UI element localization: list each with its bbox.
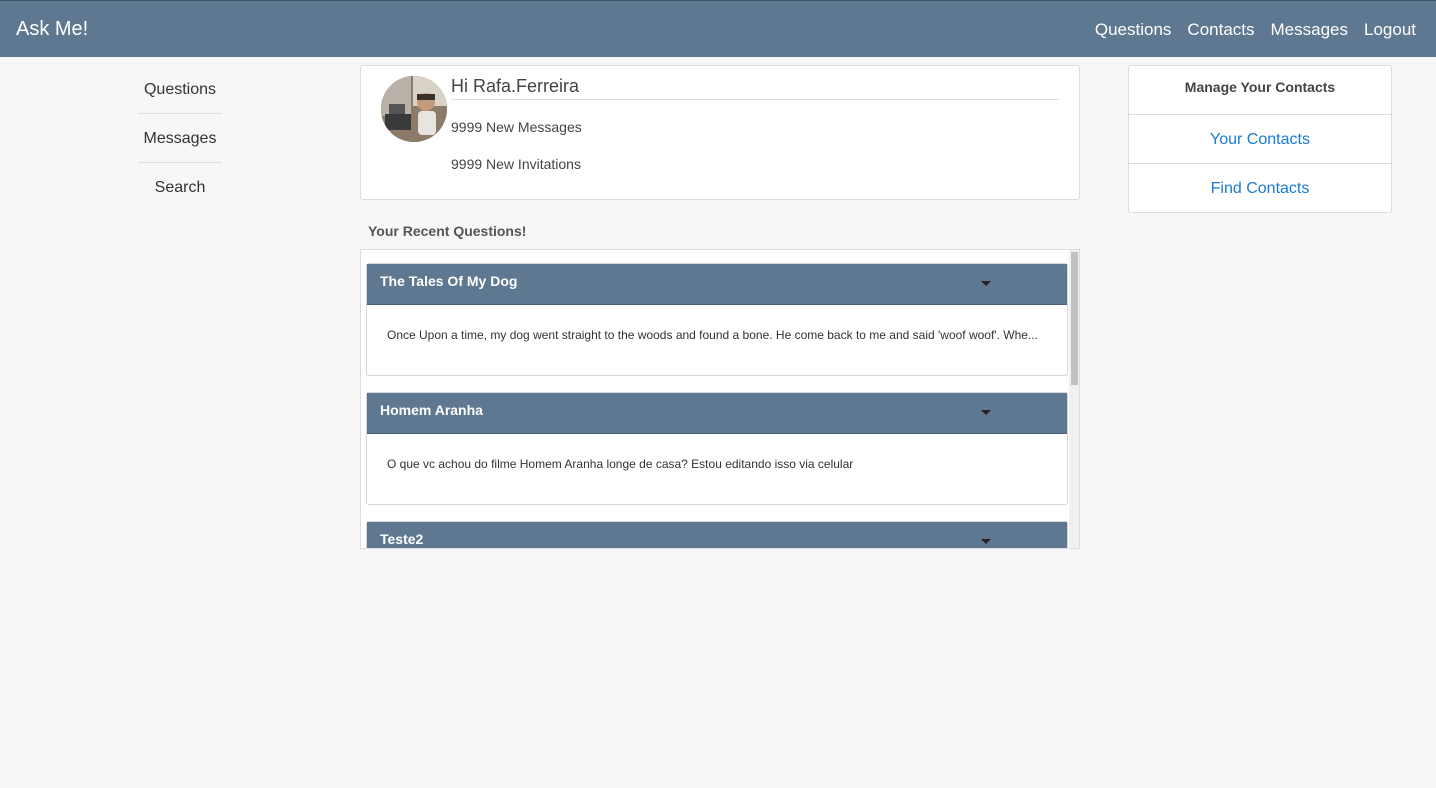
question-header[interactable]: Teste2 <box>367 522 1067 548</box>
recent-questions-list: The Tales Of My Dog Once Upon a time, my… <box>360 249 1080 549</box>
scrollbar-thumb[interactable] <box>1071 252 1078 385</box>
side-nav-search[interactable]: Search <box>138 163 222 212</box>
contacts-panel: Manage Your Contacts Your Contacts Find … <box>1128 65 1392 213</box>
question-body: Once Upon a time, my dog went straight t… <box>367 305 1067 375</box>
new-invitations-count[interactable]: 9999 New Invitations <box>451 156 581 172</box>
contacts-panel-heading: Manage Your Contacts <box>1129 66 1391 115</box>
caret-down-icon[interactable] <box>981 281 991 286</box>
your-contacts-link[interactable]: Your Contacts <box>1129 115 1391 164</box>
top-nav-links: Questions Contacts Messages Logout <box>1095 20 1416 40</box>
question-card: The Tales Of My Dog Once Upon a time, my… <box>366 263 1068 376</box>
question-body: O que vc achou do filme Homem Aranha lon… <box>367 434 1067 504</box>
greeting: Hi Rafa.Ferreira <box>451 76 1059 100</box>
question-card: Homem Aranha O que vc achou do filme Hom… <box>366 392 1068 505</box>
question-title: The Tales Of My Dog <box>380 273 518 289</box>
nav-messages[interactable]: Messages <box>1271 20 1348 40</box>
nav-contacts[interactable]: Contacts <box>1187 20 1254 40</box>
side-nav-messages[interactable]: Messages <box>138 114 222 163</box>
top-navbar: Ask Me! Questions Contacts Messages Logo… <box>0 0 1436 57</box>
side-nav: Questions Messages Search <box>138 65 222 212</box>
avatar <box>381 76 447 142</box>
nav-logout[interactable]: Logout <box>1364 20 1416 40</box>
caret-down-icon[interactable] <box>981 410 991 415</box>
side-nav-questions[interactable]: Questions <box>138 65 222 114</box>
question-card: Teste2 <box>366 521 1068 548</box>
brand-logo[interactable]: Ask Me! <box>16 18 88 41</box>
recent-questions-heading: Your Recent Questions! <box>368 223 527 239</box>
caret-down-icon[interactable] <box>981 539 991 544</box>
nav-questions[interactable]: Questions <box>1095 20 1172 40</box>
question-header[interactable]: The Tales Of My Dog <box>367 264 1067 305</box>
find-contacts-link[interactable]: Find Contacts <box>1129 164 1391 213</box>
question-title: Teste2 <box>380 531 424 547</box>
profile-card: Hi Rafa.Ferreira 9999 New Messages 9999 … <box>360 65 1080 200</box>
question-text: O que vc achou do filme Homem Aranha lon… <box>387 457 854 471</box>
new-messages-count[interactable]: 9999 New Messages <box>451 119 582 135</box>
question-text: Once Upon a time, my dog went straight t… <box>387 328 1038 342</box>
question-title: Homem Aranha <box>380 402 483 418</box>
question-header[interactable]: Homem Aranha <box>367 393 1067 434</box>
